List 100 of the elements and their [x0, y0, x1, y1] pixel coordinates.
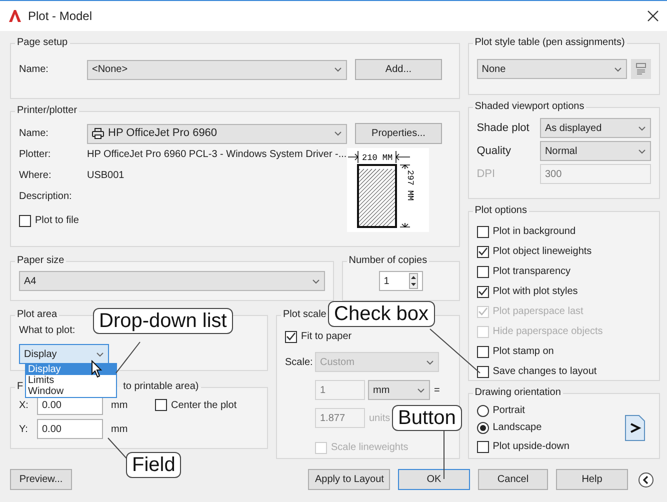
checkbox-label: Hide paperspace objects: [492, 325, 603, 339]
group-title: Plot area: [16, 309, 58, 321]
chevron-icon: [334, 130, 342, 137]
field-label: Where:: [19, 169, 52, 183]
callout-label: Field: [126, 452, 182, 478]
field-label: Name:: [19, 63, 50, 77]
group-title: Page setup: [16, 37, 69, 49]
equals-sign: =: [434, 384, 440, 398]
field-label: Plotter:: [19, 148, 52, 162]
chevron-icon: [96, 350, 104, 358]
group-title: Printer/plotter: [16, 105, 78, 117]
add-button[interactable]: Add...: [355, 59, 442, 80]
field-label: Scale:: [285, 356, 314, 370]
dropdown[interactable]: As displayed: [540, 118, 651, 138]
callout-label: Drop-down list: [93, 308, 233, 334]
collapse-icon: [638, 472, 654, 488]
checkbox[interactable]: [476, 346, 489, 358]
paper-height-label: 297 MM: [404, 170, 415, 201]
chevron-icon: [614, 66, 622, 72]
dropdown-option[interactable]: Display: [26, 364, 116, 375]
chevron-icon: [638, 124, 646, 132]
dropdown[interactable]: Normal: [540, 141, 651, 161]
checkbox[interactable]: [476, 246, 489, 258]
check-icon: [478, 287, 488, 296]
printer-icon: [92, 128, 104, 139]
edit-button[interactable]: [630, 59, 651, 79]
input-field[interactable]: 0.00: [37, 419, 103, 439]
chevron-icon: [426, 358, 434, 366]
checkbox-label: Plot object lineweights: [492, 245, 592, 259]
checkbox-label: Plot in background: [492, 225, 576, 239]
checkbox-label: Plot transparency: [492, 265, 571, 279]
checkbox[interactable]: [476, 226, 489, 238]
table-icon: [636, 63, 646, 75]
printer-dropdown[interactable]: HP OfficeJet Pro 6960: [87, 124, 347, 144]
dropdown[interactable]: mm: [368, 380, 430, 400]
field-label: Description:: [19, 190, 73, 204]
callout-label: Button: [392, 405, 462, 431]
dropdown[interactable]: A4: [19, 271, 325, 291]
dialog-button[interactable]: Help: [556, 469, 628, 490]
group-title: Shaded viewport options: [474, 101, 586, 113]
dropdown[interactable]: None: [476, 59, 627, 79]
leader-line: [430, 328, 480, 374]
unit-label: mm: [111, 398, 129, 412]
dialog-button[interactable]: Apply to Layout: [308, 469, 390, 490]
field-label: DPI: [476, 166, 496, 182]
checkbox-label: Save changes to layout: [492, 365, 597, 379]
checkbox[interactable]: [19, 214, 31, 226]
radio-button[interactable]: [476, 404, 489, 416]
radio-button[interactable]: [476, 422, 489, 434]
dialog-button[interactable]: OK: [398, 469, 470, 490]
group-title: F: [17, 381, 24, 392]
group-title: Plot style table (pen assignments): [474, 37, 626, 49]
chevron-icon: [312, 278, 320, 284]
leader-line: [116, 342, 140, 374]
input-field[interactable]: 1.877: [315, 408, 365, 428]
field-label: Name:: [19, 127, 50, 141]
input-field[interactable]: 1: [315, 380, 365, 400]
field-label: Quality: [476, 144, 512, 159]
checkbox[interactable]: [476, 366, 489, 378]
properties-button[interactable]: Properties...: [355, 123, 442, 144]
chevron-icon: [638, 148, 646, 154]
landscape-page-icon: [624, 415, 645, 441]
checkbox[interactable]: [476, 440, 489, 452]
field-value: HP OfficeJet Pro 6960 PCL-3 - Windows System Driver -...: [87, 148, 347, 162]
checkbox[interactable]: [155, 399, 167, 411]
dialog-button[interactable]: Cancel: [478, 469, 548, 490]
copies-spinner[interactable]: 1: [378, 271, 423, 291]
radio-label: Landscape: [492, 421, 542, 435]
dropdown[interactable]: Display: [19, 344, 109, 364]
unit-label: mm: [111, 422, 129, 436]
group-title: Plot scale: [282, 309, 328, 321]
checkbox-label: Plot to file: [35, 214, 79, 228]
preview-button[interactable]: Preview...: [10, 469, 72, 490]
group-title: Drawing orientation: [474, 387, 562, 399]
check-icon: [286, 332, 296, 341]
dropdown-option[interactable]: Window: [26, 386, 116, 397]
window-title: Plot - Model: [28, 8, 92, 25]
unit-label: units: [369, 412, 390, 426]
field-value: USB001: [87, 169, 124, 183]
checkbox-label: Plot paperspace last: [492, 305, 584, 319]
checkbox-label: Plot upside-down: [492, 440, 570, 454]
checkbox[interactable]: [476, 286, 489, 298]
checkbox-label: Center the plot: [171, 398, 237, 412]
field-label: What to plot:: [19, 324, 76, 338]
radio-label: Portrait: [492, 404, 525, 418]
check-icon: [478, 307, 488, 316]
leader-line: [108, 438, 128, 460]
close-icon[interactable]: [647, 10, 659, 22]
check-icon: [478, 247, 488, 256]
group-title: Number of copies: [348, 255, 428, 267]
paper-width-label: 210 MM: [362, 153, 392, 163]
dropdown-option[interactable]: Limits: [26, 375, 116, 386]
dropdown[interactable]: <None>: [87, 60, 347, 80]
chevron-icon: [417, 386, 425, 394]
group-title: Plot options: [474, 205, 528, 217]
checkbox-label: Scale lineweights: [331, 441, 408, 455]
spin-arrows-icon: [408, 273, 418, 289]
checkbox[interactable]: [476, 266, 489, 278]
group-title: Paper size: [16, 255, 66, 267]
checkbox[interactable]: [285, 330, 297, 342]
